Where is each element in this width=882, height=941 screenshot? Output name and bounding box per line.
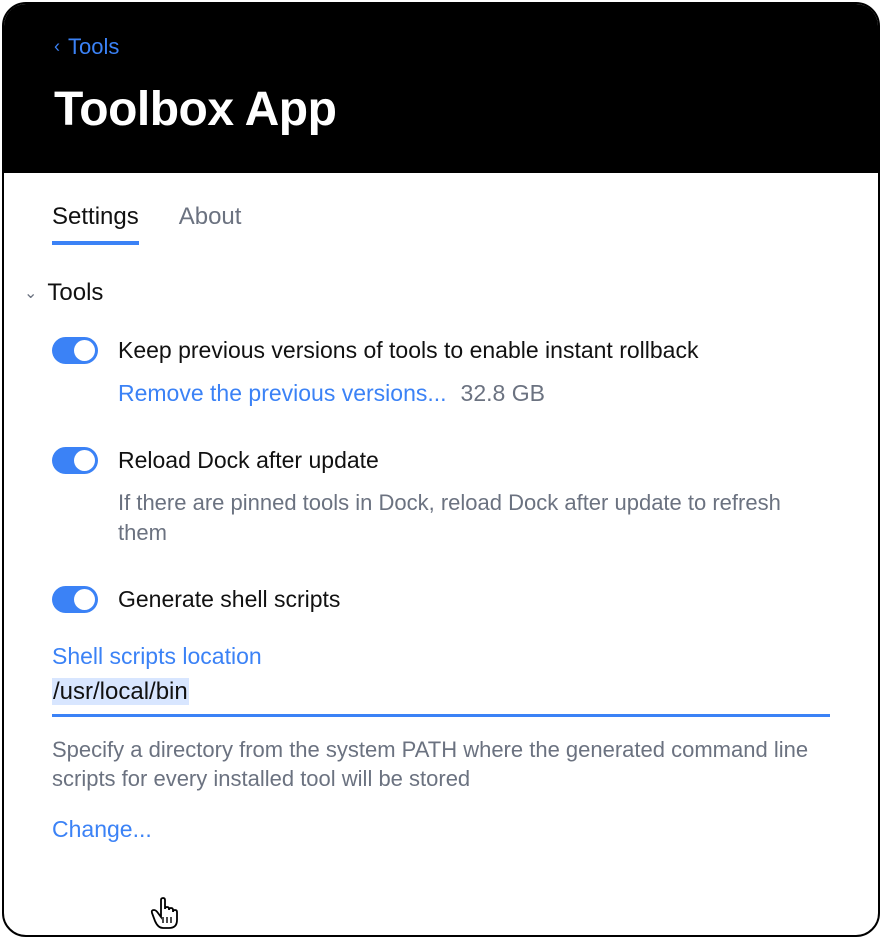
back-label: Tools: [68, 34, 119, 60]
back-to-tools-link[interactable]: › Tools: [54, 34, 828, 60]
row-shell-scripts: Generate shell scripts: [52, 584, 830, 615]
help-reload-dock: If there are pinned tools in Dock, reloa…: [118, 488, 830, 547]
tabs: Settings About: [52, 203, 830, 245]
previous-versions-size: 32.8 GB: [461, 378, 545, 409]
body: Settings About ⌄ Tools Keep previous ver…: [4, 173, 878, 843]
row-keep-versions: Keep previous versions of tools to enabl…: [52, 335, 830, 409]
shell-scripts-location-block: Shell scripts location /usr/local/bin Sp…: [52, 643, 830, 843]
cursor-hand-icon: [150, 897, 180, 937]
toggle-reload-dock[interactable]: [52, 447, 98, 474]
header: › Tools Toolbox App: [4, 4, 878, 173]
toolbox-settings-window: › Tools Toolbox App Settings About ⌄ Too…: [2, 2, 880, 937]
chevron-down-icon: ⌄: [24, 283, 37, 303]
label-shell-scripts: Generate shell scripts: [118, 584, 830, 615]
shell-scripts-location-label: Shell scripts location: [52, 643, 830, 670]
toggle-keep-versions[interactable]: [52, 337, 98, 364]
section-header[interactable]: ⌄ Tools: [24, 279, 830, 307]
label-keep-versions: Keep previous versions of tools to enabl…: [118, 335, 830, 366]
shell-scripts-location-value: /usr/local/bin: [52, 678, 189, 705]
toggle-shell-scripts[interactable]: [52, 586, 98, 613]
tab-about[interactable]: About: [179, 203, 242, 245]
tab-settings[interactable]: Settings: [52, 203, 139, 245]
shell-scripts-location-help: Specify a directory from the system PATH…: [52, 735, 830, 794]
section-title: Tools: [47, 279, 103, 307]
remove-previous-versions-link[interactable]: Remove the previous versions...: [118, 378, 447, 409]
section-tools: ⌄ Tools Keep previous versions of tools …: [52, 279, 830, 843]
page-title: Toolbox App: [54, 82, 828, 137]
label-reload-dock: Reload Dock after update: [118, 445, 830, 476]
row-reload-dock: Reload Dock after update If there are pi…: [52, 445, 830, 547]
shell-scripts-location-input[interactable]: /usr/local/bin: [52, 676, 830, 717]
change-location-link[interactable]: Change...: [52, 816, 152, 843]
chevron-left-icon: ›: [54, 37, 60, 58]
